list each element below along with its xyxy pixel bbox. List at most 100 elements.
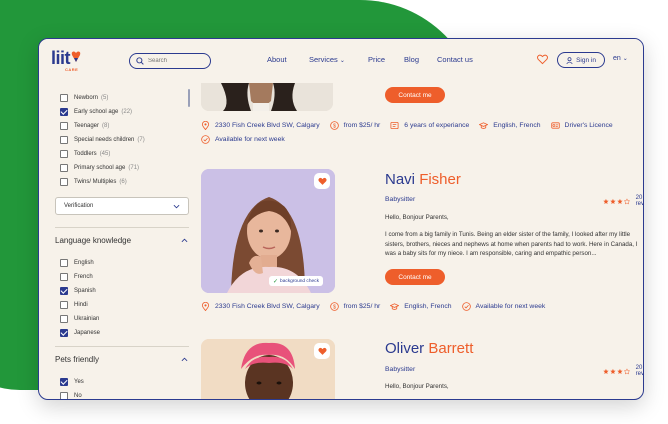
checkbox[interactable] — [60, 314, 68, 323]
map-pin-icon — [201, 302, 210, 311]
filter-label: Teenager — [74, 122, 100, 129]
filter-label: Primary school age — [74, 164, 126, 171]
filter-count: (8) — [102, 122, 110, 129]
filter-age-teenager[interactable]: Teenager (8) — [60, 120, 109, 131]
user-icon — [566, 56, 573, 64]
filter-count: (22) — [121, 108, 133, 115]
checkbox[interactable] — [60, 121, 68, 130]
check-icon: ✓ — [273, 278, 279, 285]
nav-price[interactable]: Price — [368, 55, 385, 64]
verification-dropdown[interactable]: Verification — [55, 197, 189, 215]
language-section-title[interactable]: Language knowledge — [55, 236, 131, 245]
profile-photo-previous[interactable] — [201, 83, 333, 111]
profile-meta-navi-fisher: 2330 Fish Creek Blvd SW, Calgary $ from … — [201, 302, 555, 311]
checkbox[interactable] — [60, 391, 68, 399]
stage: liit CARE About Services ⌄ Price Blog Co… — [0, 0, 668, 424]
search-input[interactable] — [148, 58, 208, 64]
browser-window: liit CARE About Services ⌄ Price Blog Co… — [38, 38, 644, 400]
favorites-heart-icon[interactable] — [537, 54, 548, 65]
checkbox[interactable] — [60, 135, 68, 144]
review-count[interactable]: 20 review — [636, 365, 643, 377]
price-text: from $25/ hr — [343, 122, 381, 129]
meta-availability: Available for next week — [461, 302, 545, 311]
checkbox[interactable] — [60, 93, 68, 102]
graduation-cap-icon — [479, 122, 489, 129]
checkbox-checked[interactable] — [60, 107, 68, 116]
filter-label: Twins/ Multiples — [74, 178, 117, 185]
chevron-down-icon — [173, 204, 180, 209]
filter-count: (71) — [128, 164, 140, 171]
chevron-up-icon[interactable] — [181, 357, 188, 362]
star-filled-icon — [603, 198, 609, 204]
profile-name[interactable]: Oliver Barrett — [385, 340, 473, 357]
favorite-button[interactable] — [314, 343, 330, 359]
nav-contact-us[interactable]: Contact us — [437, 55, 473, 64]
checkbox-checked[interactable] — [60, 328, 68, 337]
site-header: liit CARE About Services ⌄ Price Blog Co… — [39, 39, 643, 83]
profile-role: Babysitter — [385, 366, 416, 373]
filter-label: Yes — [74, 378, 84, 385]
contact-me-button[interactable]: Contact me — [385, 269, 445, 285]
star-filled-icon — [610, 198, 616, 204]
filter-pets-no[interactable]: No — [60, 390, 82, 399]
experience-text: 6 years of experiance — [404, 122, 470, 129]
sidebar-scrollbar[interactable] — [188, 89, 190, 107]
checkbox[interactable] — [60, 300, 68, 309]
filter-age-toddlers[interactable]: Toddlers (45) — [60, 148, 110, 159]
star-empty-icon — [623, 197, 630, 205]
chevron-up-icon[interactable] — [181, 238, 188, 243]
filter-language-english[interactable]: English — [60, 257, 94, 268]
checkbox-checked[interactable] — [60, 286, 68, 295]
filter-language-ukrainian[interactable]: Ukrainian — [60, 313, 99, 324]
filter-pets-yes[interactable]: Yes — [60, 376, 84, 387]
filter-count: (7) — [137, 136, 145, 143]
checkbox[interactable] — [60, 163, 68, 172]
filter-age-primary-school[interactable]: Primary school age (71) — [60, 162, 139, 173]
filter-language-french[interactable]: French — [60, 271, 93, 282]
logo[interactable]: liit CARE — [51, 49, 81, 72]
checkbox[interactable] — [60, 258, 68, 267]
profile-name[interactable]: Navi Fisher — [385, 171, 461, 188]
filter-age-special-needs[interactable]: Special needs children (7) — [60, 134, 145, 145]
meta-languages: English, French — [479, 121, 541, 130]
search-box[interactable] — [129, 53, 211, 69]
results-list: Contact me 2330 Fish Creek Blvd SW, Calg… — [199, 83, 643, 399]
svg-text:$: $ — [333, 304, 336, 310]
profile-role: Babysitter — [385, 196, 416, 203]
checkbox[interactable] — [60, 149, 68, 158]
profile-availability-previous: Available for next week — [201, 135, 295, 144]
filter-label: English — [74, 259, 94, 266]
filter-age-newborn[interactable]: Newborn (5) — [60, 92, 108, 103]
contact-me-button[interactable]: Contact me — [385, 87, 445, 103]
logo-heart-icon — [71, 51, 81, 62]
dollar-icon: $ — [329, 302, 339, 311]
nav-about[interactable]: About — [267, 55, 287, 64]
last-name: Barrett — [428, 340, 474, 357]
language-selector[interactable]: en ⌄ — [613, 55, 628, 62]
pets-section-title[interactable]: Pets friendly — [55, 355, 99, 364]
first-name: Navi — [385, 171, 416, 188]
filter-label: Japanese — [74, 329, 101, 336]
availability-text: Available for next week — [215, 136, 285, 143]
meta-address: 2330 Fish Creek Blvd SW, Calgary — [201, 121, 320, 130]
filter-language-hindi[interactable]: Hindi — [60, 299, 88, 310]
star-filled-icon — [610, 368, 616, 374]
nav-blog[interactable]: Blog — [404, 55, 419, 64]
first-name: Oliver — [385, 340, 425, 357]
filter-age-twins[interactable]: Twins/ Multiples (6) — [60, 176, 127, 187]
sign-in-button[interactable]: Sign in — [557, 52, 605, 68]
profile-photo-image — [201, 83, 333, 111]
favorite-button[interactable] — [314, 173, 330, 189]
profile-photo-oliver-barrett[interactable] — [201, 339, 335, 399]
star-empty-icon — [623, 367, 630, 375]
certificate-icon — [390, 121, 399, 130]
filter-language-spanish[interactable]: Spanish — [60, 285, 96, 296]
profile-photo-navi-fisher[interactable]: ✓ background check — [201, 169, 335, 293]
filter-language-japanese[interactable]: Japanese — [60, 327, 100, 338]
filter-age-early-school[interactable]: Early school age (22) — [60, 106, 132, 117]
checkbox[interactable] — [60, 272, 68, 281]
review-count[interactable]: 20 review — [636, 195, 643, 207]
checkbox-checked[interactable] — [60, 377, 68, 386]
checkbox[interactable] — [60, 177, 68, 186]
nav-services[interactable]: Services ⌄ — [309, 55, 345, 64]
